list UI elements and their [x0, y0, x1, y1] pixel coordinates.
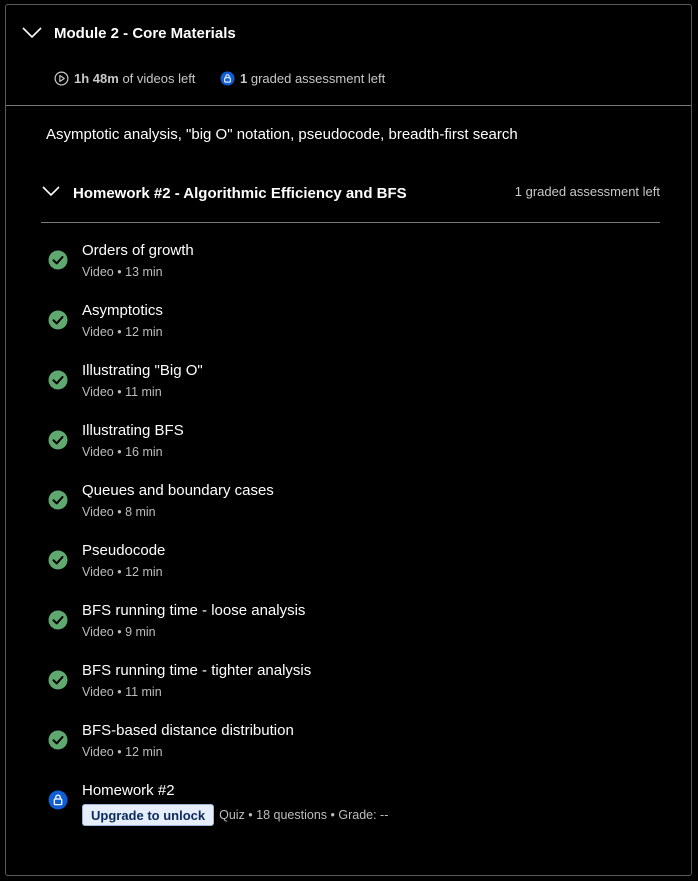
item-meta: Video • 16 min: [82, 445, 163, 459]
item-title[interactable]: Pseudocode: [82, 542, 165, 559]
list-item[interactable]: Illustrating BFS Video • 16 min: [48, 422, 648, 472]
chevron-down-icon[interactable]: [21, 24, 43, 40]
list-item[interactable]: Illustrating "Big O" Video • 11 min: [48, 362, 648, 412]
graded-left-value: 1: [240, 71, 248, 86]
list-item[interactable]: Queues and boundary cases Video • 8 min: [48, 482, 648, 532]
check-circle-icon: [48, 370, 68, 390]
item-title[interactable]: Illustrating BFS: [82, 422, 184, 439]
check-circle-icon: [48, 490, 68, 510]
list-item[interactable]: Orders of growth Video • 13 min: [48, 242, 648, 292]
module-panel: Module 2 - Core Materials 1h 48m of vide…: [5, 4, 692, 876]
graded-left-suffix: graded assessment left: [250, 71, 386, 86]
item-meta: Video • 12 min: [82, 325, 163, 339]
list-item[interactable]: BFS running time - tighter analysis Video…: [48, 662, 648, 712]
graded-left-status: 1 graded assessment left: [220, 71, 385, 86]
module-header[interactable]: Module 2 - Core Materials 1h 48m of vide…: [6, 5, 691, 106]
lock-icon: [220, 71, 235, 86]
check-circle-icon: [48, 430, 68, 450]
item-meta: Video • 13 min: [82, 265, 163, 279]
upgrade-to-unlock-button[interactable]: Upgrade to unlock: [82, 804, 215, 826]
item-title[interactable]: Homework #2: [82, 782, 175, 799]
item-meta: Video • 12 min: [82, 565, 163, 579]
homework-meta: Upgrade to unlock Quiz • 18 questions • …: [82, 804, 388, 826]
lesson-header[interactable]: Homework #2 - Algorithmic Efficiency and…: [41, 181, 660, 223]
item-title[interactable]: BFS-based distance distribution: [82, 722, 294, 739]
item-meta: Video • 8 min: [82, 505, 156, 519]
item-meta: Video • 11 min: [82, 685, 162, 699]
item-title[interactable]: BFS running time - loose analysis: [82, 602, 305, 619]
item-meta: Quiz • 18 questions • Grade: --: [219, 808, 389, 822]
check-circle-icon: [48, 310, 68, 330]
videos-left-status: 1h 48m of videos left: [54, 71, 195, 86]
module-description: Asymptotic analysis, "big O" notation, p…: [46, 126, 518, 143]
list-item[interactable]: Pseudocode Video • 12 min: [48, 542, 648, 592]
list-item-homework[interactable]: Homework #2 Upgrade to unlock Quiz • 18 …: [48, 782, 648, 832]
item-title[interactable]: Orders of growth: [82, 242, 194, 259]
play-circle-icon: [54, 71, 69, 86]
item-title[interactable]: Illustrating "Big O": [82, 362, 203, 379]
item-title[interactable]: BFS running time - tighter analysis: [82, 662, 311, 679]
item-meta: Video • 12 min: [82, 745, 163, 759]
videos-left-value: 1h 48m: [74, 71, 119, 86]
chevron-down-icon[interactable]: [41, 184, 61, 198]
check-circle-icon: [48, 550, 68, 570]
list-item[interactable]: BFS running time - loose analysis Video •…: [48, 602, 648, 652]
videos-left-suffix: of videos left: [122, 71, 196, 86]
list-item[interactable]: BFS-based distance distribution Video • 1…: [48, 722, 648, 772]
lesson-status: 1 graded assessment left: [514, 184, 660, 199]
check-circle-icon: [48, 250, 68, 270]
item-meta: Video • 11 min: [82, 385, 162, 399]
item-meta: Video • 9 min: [82, 625, 156, 639]
item-title[interactable]: Asymptotics: [82, 302, 163, 319]
module-title: Module 2 - Core Materials: [54, 25, 236, 42]
lock-icon: [48, 790, 68, 810]
item-title[interactable]: Queues and boundary cases: [82, 482, 274, 499]
check-circle-icon: [48, 670, 68, 690]
check-circle-icon: [48, 730, 68, 750]
check-circle-icon: [48, 610, 68, 630]
lesson-title: Homework #2 - Algorithmic Efficiency and…: [73, 185, 407, 202]
list-item[interactable]: Asymptotics Video • 12 min: [48, 302, 648, 352]
